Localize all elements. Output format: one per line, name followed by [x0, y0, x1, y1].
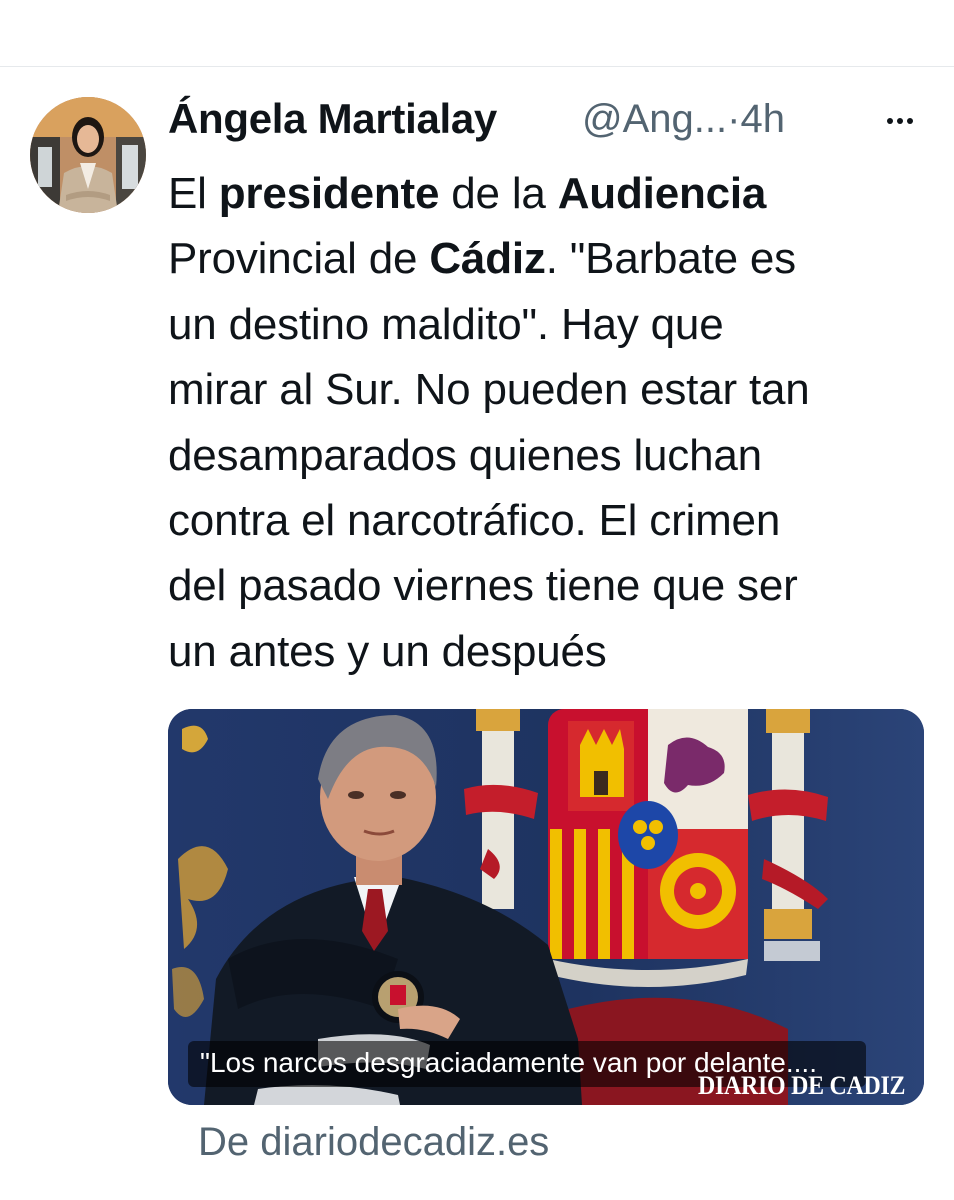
- author-handle[interactable]: @Ang...: [582, 97, 727, 141]
- publisher-watermark: DIARIO DE CADIZ: [698, 1071, 906, 1100]
- tweet[interactable]: Ángela Martialay @Ang...·4h El president…: [0, 67, 954, 1200]
- tweet-text-segment: del pasado viernes tiene que ser: [168, 561, 798, 611]
- tweet-text-bold: Cádiz: [429, 234, 546, 284]
- tweet-text-segment: . "Barbate es: [545, 234, 796, 284]
- tweet-text-segment: un destino maldito". Hay que: [168, 299, 724, 349]
- tweet-text-line: un antes y un después: [168, 619, 938, 684]
- tweet-header: Ángela Martialay @Ang...·4h: [168, 95, 928, 151]
- tweet-text-segment: El: [168, 169, 219, 218]
- more-options-icon: [885, 118, 915, 124]
- tweet-text: El presidente de la Audiencia Provincial …: [168, 161, 938, 684]
- meta-separator: ·: [727, 97, 741, 141]
- tweet-text-line: del pasado viernes tiene que ser: [168, 553, 938, 618]
- tweet-text-line: El presidente de la Audiencia: [168, 161, 938, 226]
- tweet-text-segment: desamparados quienes luchan: [168, 430, 762, 480]
- author-meta: @Ang...·4h: [582, 97, 785, 142]
- tweet-text-segment: un antes y un después: [168, 626, 607, 676]
- tweet-text-line: desamparados quienes luchan: [168, 423, 938, 488]
- tweet-text-segment: contra el narcotráfico. El crimen: [168, 496, 781, 546]
- tweet-text-segment: mirar al Sur. No pueden estar tan: [168, 365, 810, 415]
- more-options-button[interactable]: [880, 101, 920, 141]
- avatar[interactable]: [30, 97, 146, 213]
- avatar-photo: [30, 97, 146, 213]
- tweet-text-bold: presidente: [218, 169, 440, 218]
- tweet-text-line: mirar al Sur. No pueden estar tan: [168, 357, 938, 422]
- tweet-text-segment: Provincial de: [168, 234, 430, 284]
- tweet-text-line: un destino maldito". Hay que: [168, 292, 938, 357]
- tweet-text-bold: Audiencia: [557, 169, 767, 218]
- tweet-text-line: contra el narcotráfico. El crimen: [168, 488, 938, 553]
- tweet-time[interactable]: 4h: [740, 97, 785, 141]
- source-link[interactable]: De diariodecadiz.es: [198, 1120, 549, 1165]
- tweet-text-line: Provincial de Cádiz. "Barbate es: [168, 226, 938, 291]
- link-card[interactable]: "Los narcos desgraciadamente van por del…: [168, 709, 924, 1105]
- tweet-text-segment: de la: [439, 169, 558, 218]
- author-name[interactable]: Ángela Martialay: [168, 95, 497, 143]
